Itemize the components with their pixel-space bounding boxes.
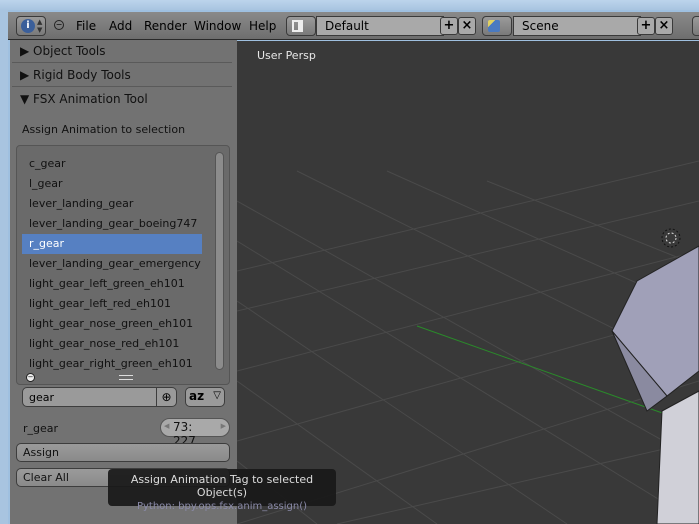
list-item[interactable]: c_gear	[22, 154, 202, 174]
panel-fsx-animation-tool[interactable]: ▼ FSX Animation Tool	[12, 89, 232, 111]
scene-selector[interactable]	[482, 16, 512, 36]
sort-az-icon: az	[189, 389, 205, 403]
filter-toggle-icon[interactable]: −	[26, 373, 35, 382]
tool-shelf: ▶ Object Tools ▶ Rigid Body Tools ▼ FSX …	[10, 40, 237, 524]
sort-alpha-button[interactable]: az ▽	[185, 387, 225, 407]
editor-type-button[interactable]: i ▲ ▼	[16, 16, 46, 36]
tooltip-python: Python: bpy.ops.fsx.anim_assign()	[136, 501, 308, 512]
3d-viewport[interactable]: User Persp	[237, 41, 699, 524]
scene-field[interactable]: Scene	[513, 16, 641, 36]
chevron-down-icon: ▽	[213, 390, 221, 401]
screen-layout-selector[interactable]	[286, 16, 316, 36]
panel-object-tools[interactable]: ▶ Object Tools	[12, 41, 232, 63]
add-scene-button[interactable]: +	[637, 17, 655, 35]
header-button-cut[interactable]	[692, 16, 699, 36]
resize-handle-icon[interactable]	[119, 375, 133, 380]
layout-icon	[292, 20, 303, 32]
scene-icon	[488, 20, 500, 32]
panel-title: Object Tools	[33, 44, 106, 58]
list-item[interactable]: light_gear_nose_red_eh101	[22, 334, 202, 354]
info-header: i ▲ ▼ − File Add Render Window Help Defau…	[8, 12, 699, 40]
menu-window[interactable]: Window	[194, 19, 241, 33]
list-scrollbar[interactable]	[215, 152, 224, 370]
mesh-object	[611, 245, 699, 397]
panel-title: FSX Animation Tool	[33, 92, 148, 106]
panel-title: Rigid Body Tools	[33, 68, 131, 82]
arrow-right-icon[interactable]: ▶	[221, 422, 226, 430]
list-item[interactable]: light_gear_right_green_eh101	[22, 354, 202, 374]
selected-name: r_gear	[23, 422, 59, 435]
info-icon: i	[21, 19, 35, 33]
list-item[interactable]: lever_landing_gear_emergency	[22, 254, 202, 274]
list-item-selected[interactable]: r_gear	[22, 234, 202, 254]
3d-cursor-icon	[661, 228, 681, 248]
list-item[interactable]: light_gear_left_red_eh101	[22, 294, 202, 314]
animation-list: c_gear l_gear lever_landing_gear lever_l…	[16, 145, 230, 407]
filter-input[interactable]: gear ⊕	[22, 387, 177, 407]
window-frame	[0, 10, 8, 524]
viewport-grid	[237, 160, 699, 524]
triangle-right-icon: ▶	[20, 68, 34, 82]
list-item[interactable]: light_gear_left_green_eh101	[22, 274, 202, 294]
list-item[interactable]: lever_landing_gear	[22, 194, 202, 214]
tooltip-title: Assign Animation Tag to selected Object(…	[130, 473, 314, 499]
list-item[interactable]: lever_landing_gear_boeing747	[22, 214, 202, 234]
panel-rigid-body-tools[interactable]: ▶ Rigid Body Tools	[12, 65, 232, 87]
tooltip: Assign Animation Tag to selected Object(…	[108, 469, 336, 512]
triangle-right-icon: ▶	[20, 44, 34, 58]
menu-file[interactable]: File	[76, 19, 96, 33]
remove-scene-button[interactable]: ×	[655, 17, 673, 35]
arrow-left-icon[interactable]: ◀	[164, 422, 169, 430]
zoom-in-icon[interactable]: ⊕	[156, 388, 176, 406]
chevron-updown-icon: ▲ ▼	[37, 18, 43, 34]
assign-label: Assign Animation to selection	[22, 123, 186, 136]
menu-render[interactable]: Render	[144, 19, 187, 33]
list-item[interactable]: light_gear_nose_green_eh101	[22, 314, 202, 334]
menu-help[interactable]: Help	[249, 19, 276, 33]
frame-range-field[interactable]: ◀ 73: 227 ▶	[160, 418, 230, 448]
assign-button[interactable]: Assign	[16, 443, 230, 462]
triangle-down-icon: ▼	[20, 92, 34, 106]
filter-value: gear	[29, 391, 55, 404]
window-title-bar	[0, 0, 699, 10]
list-item[interactable]: l_gear	[22, 174, 202, 194]
collapse-menu-icon[interactable]: −	[54, 20, 64, 30]
menu-add[interactable]: Add	[109, 19, 132, 33]
add-screen-button[interactable]: +	[440, 17, 458, 35]
remove-screen-button[interactable]: ×	[458, 17, 476, 35]
view-label: User Persp	[257, 49, 316, 62]
screen-layout-field[interactable]: Default	[316, 16, 444, 36]
